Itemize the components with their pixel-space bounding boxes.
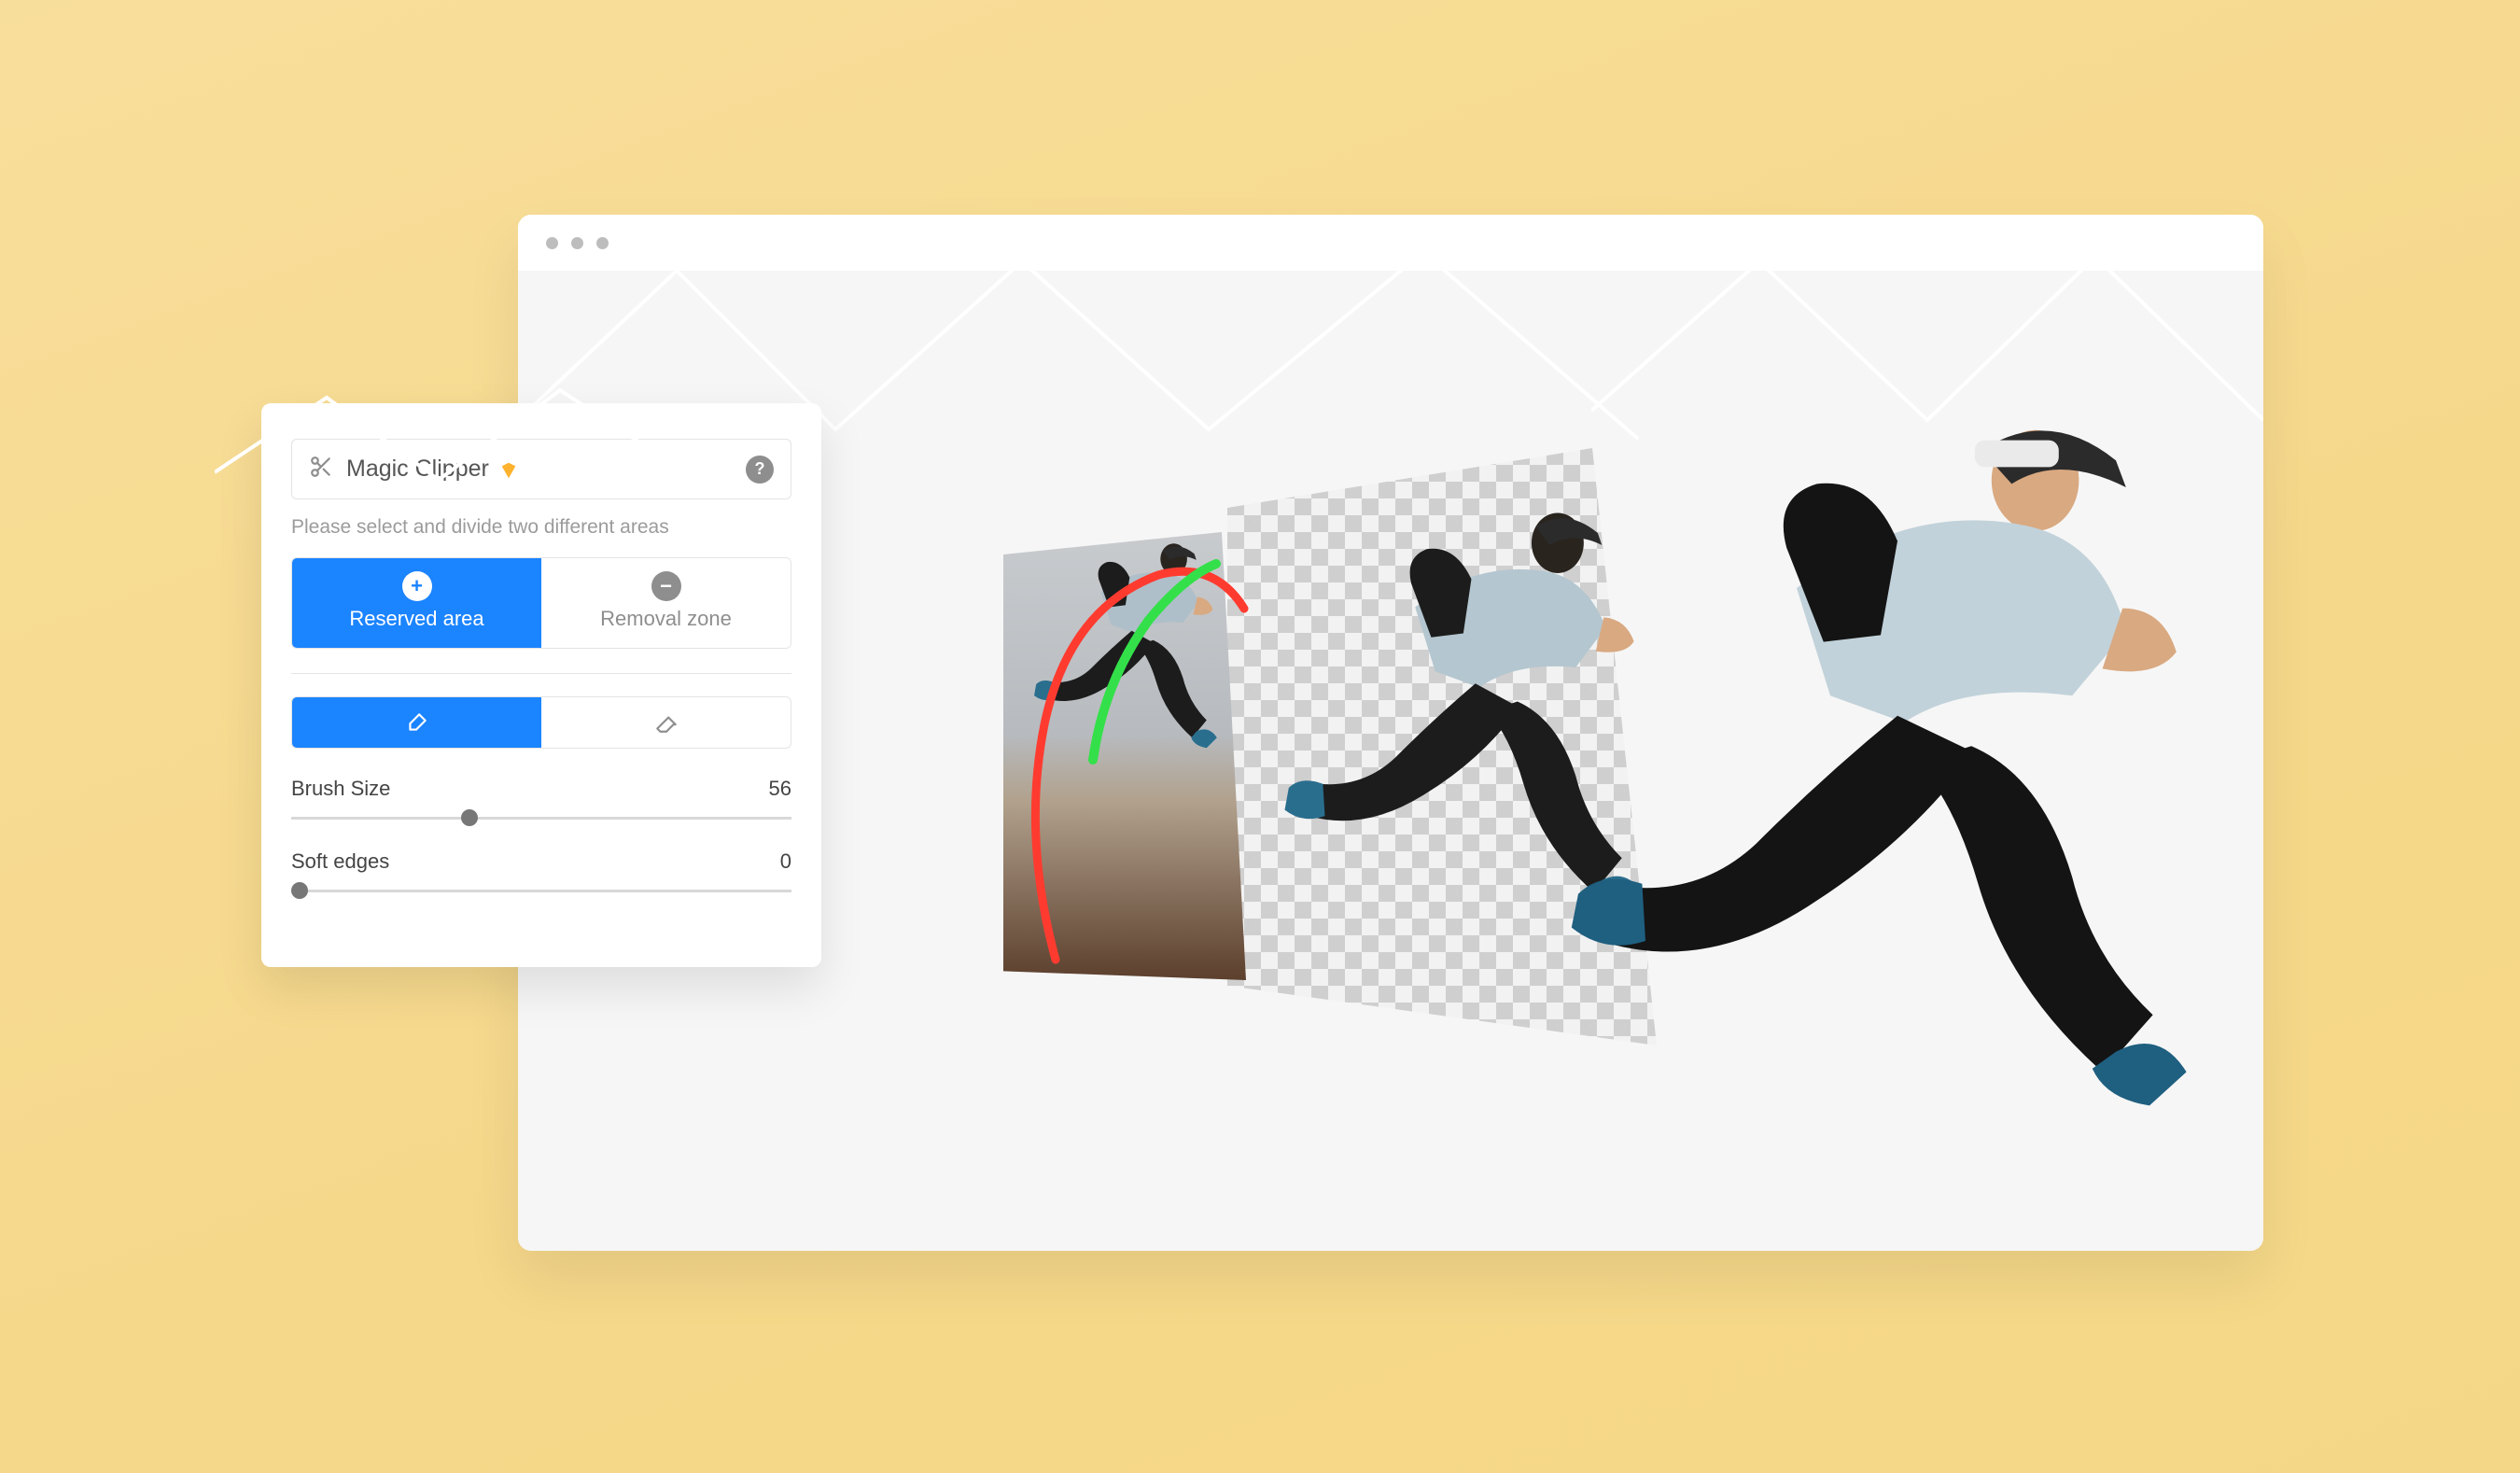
traffic-light-zoom[interactable] <box>596 237 609 249</box>
removal-zone-label: Removal zone <box>600 607 732 631</box>
reserved-area-button[interactable]: + Reserved area <box>292 558 541 648</box>
eraser-tool-button[interactable] <box>541 697 791 748</box>
soft-edges-label: Soft edges <box>291 849 389 874</box>
brush-size-row: Brush Size 56 <box>291 777 791 801</box>
brush-size-value: 56 <box>769 777 791 801</box>
soft-edges-slider[interactable] <box>291 887 791 894</box>
subject-thumbnail-small <box>1024 526 1229 760</box>
brush-icon <box>405 710 429 735</box>
removal-zone-button[interactable]: − Removal zone <box>541 558 791 648</box>
brush-size-slider[interactable] <box>291 814 791 821</box>
background-mountains-panel <box>215 379 700 491</box>
soft-edges-row: Soft edges 0 <box>291 849 791 874</box>
brush-tool-button[interactable] <box>292 697 541 748</box>
window-titlebar <box>518 215 2263 271</box>
instruction-text: Please select and divide two different a… <box>291 516 791 539</box>
area-mode-segmented: + Reserved area − Removal zone <box>291 557 791 649</box>
before-after-illustration <box>1003 411 2170 1120</box>
soft-edges-value: 0 <box>780 849 791 874</box>
minus-icon: − <box>651 571 681 601</box>
subject-large-cutout <box>1545 383 2217 1129</box>
help-icon[interactable]: ? <box>746 456 774 484</box>
reserved-area-label: Reserved area <box>349 607 483 631</box>
eraser-icon <box>654 710 679 735</box>
traffic-light-close[interactable] <box>546 237 558 249</box>
plus-icon: + <box>402 571 432 601</box>
divider <box>291 673 791 674</box>
brush-size-label: Brush Size <box>291 777 390 801</box>
brush-eraser-segmented <box>291 696 791 749</box>
traffic-light-minimize[interactable] <box>571 237 583 249</box>
